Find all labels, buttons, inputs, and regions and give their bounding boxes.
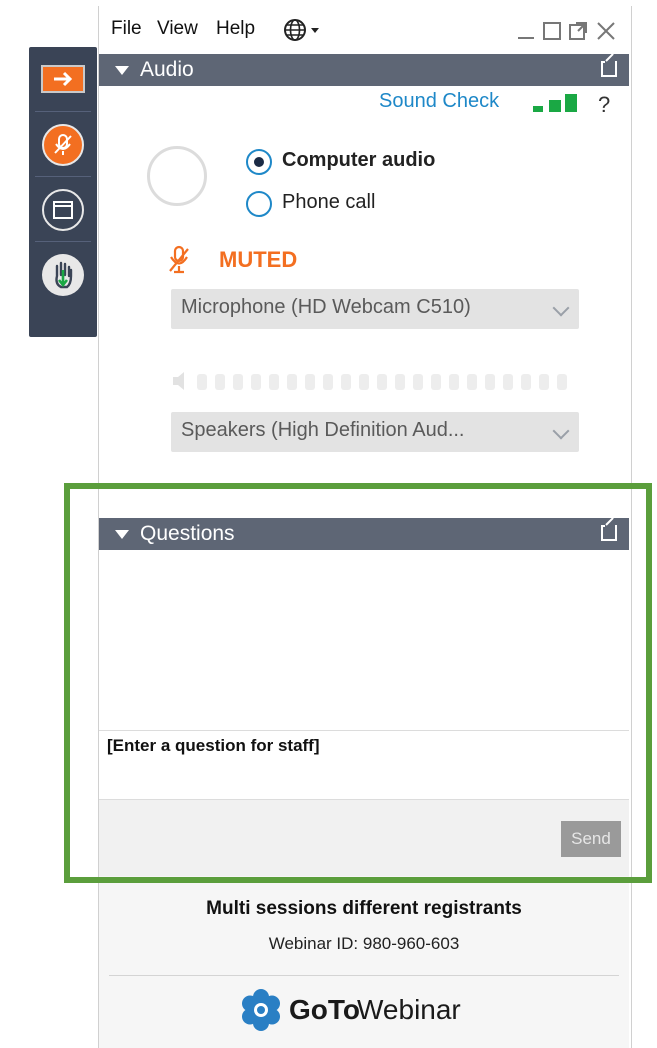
logo-webinar-text: Webinar <box>357 994 461 1025</box>
webinar-id: Webinar ID: 980-960-603 <box>268 934 460 953</box>
popout-button[interactable] <box>567 20 589 47</box>
close-button[interactable] <box>595 20 617 47</box>
muted-status: MUTED <box>219 247 298 272</box>
minimize-button[interactable] <box>515 20 537 47</box>
menu-help[interactable]: Help <box>216 18 255 40</box>
computer-audio-label[interactable]: Computer audio <box>282 149 435 172</box>
show-screen-button[interactable] <box>29 177 97 241</box>
phone-call-label[interactable]: Phone call <box>282 191 375 214</box>
webinar-footer: Multi sessions different registrants Web… <box>99 876 629 1048</box>
webinar-title: Multi sessions different registrants <box>206 898 522 919</box>
signal-strength-icon <box>533 94 581 119</box>
gotowebinar-flower-icon <box>242 989 280 1031</box>
gotowebinar-logo: GoTo Webinar <box>239 988 499 1032</box>
audio-header[interactable]: Audio <box>99 53 629 86</box>
menu-file[interactable]: File <box>111 18 142 40</box>
raise-hand-button[interactable] <box>29 242 97 306</box>
raise-hand-icon <box>42 254 84 296</box>
collapse-triangle-icon <box>115 66 129 75</box>
minimize-icon <box>518 37 534 39</box>
logo-goto-text: GoTo <box>289 994 361 1025</box>
toggle-mic-button[interactable] <box>29 112 97 176</box>
close-icon <box>597 22 615 40</box>
collapse-toolbar-button[interactable] <box>29 47 97 111</box>
control-toolbar <box>29 47 97 337</box>
speaker-level-meter <box>171 368 583 394</box>
computer-audio-radio[interactable] <box>246 149 272 175</box>
window-icon <box>42 189 84 231</box>
speaker-icon <box>173 372 567 390</box>
microphone-select-value: Microphone (HD Webcam C510) <box>181 296 471 318</box>
highlight-box <box>64 483 652 883</box>
audio-level-ring <box>147 146 207 206</box>
popout-icon <box>569 22 587 40</box>
arrow-right-icon <box>41 65 85 93</box>
mic-muted-small-icon <box>167 244 191 281</box>
sound-check-link[interactable]: Sound Check <box>379 90 499 113</box>
mic-muted-icon <box>42 124 84 166</box>
globe-icon <box>284 19 319 41</box>
speakers-select[interactable]: Speakers (High Definition Aud... <box>171 412 579 452</box>
audio-header-title: Audio <box>140 58 194 81</box>
menu-bar: File View Help <box>99 6 631 50</box>
maximize-icon <box>543 22 561 40</box>
chevron-down-icon <box>552 299 570 317</box>
chevron-down-icon <box>552 422 570 440</box>
maximize-button[interactable] <box>541 20 563 47</box>
phone-call-radio[interactable] <box>246 191 272 217</box>
menu-view[interactable]: View <box>157 18 198 40</box>
help-icon[interactable]: ? <box>598 92 610 118</box>
microphone-select[interactable]: Microphone (HD Webcam C510) <box>171 289 579 329</box>
popout-audio-icon[interactable] <box>601 53 617 77</box>
language-menu[interactable] <box>283 18 327 47</box>
speakers-select-value: Speakers (High Definition Aud... <box>181 419 465 441</box>
